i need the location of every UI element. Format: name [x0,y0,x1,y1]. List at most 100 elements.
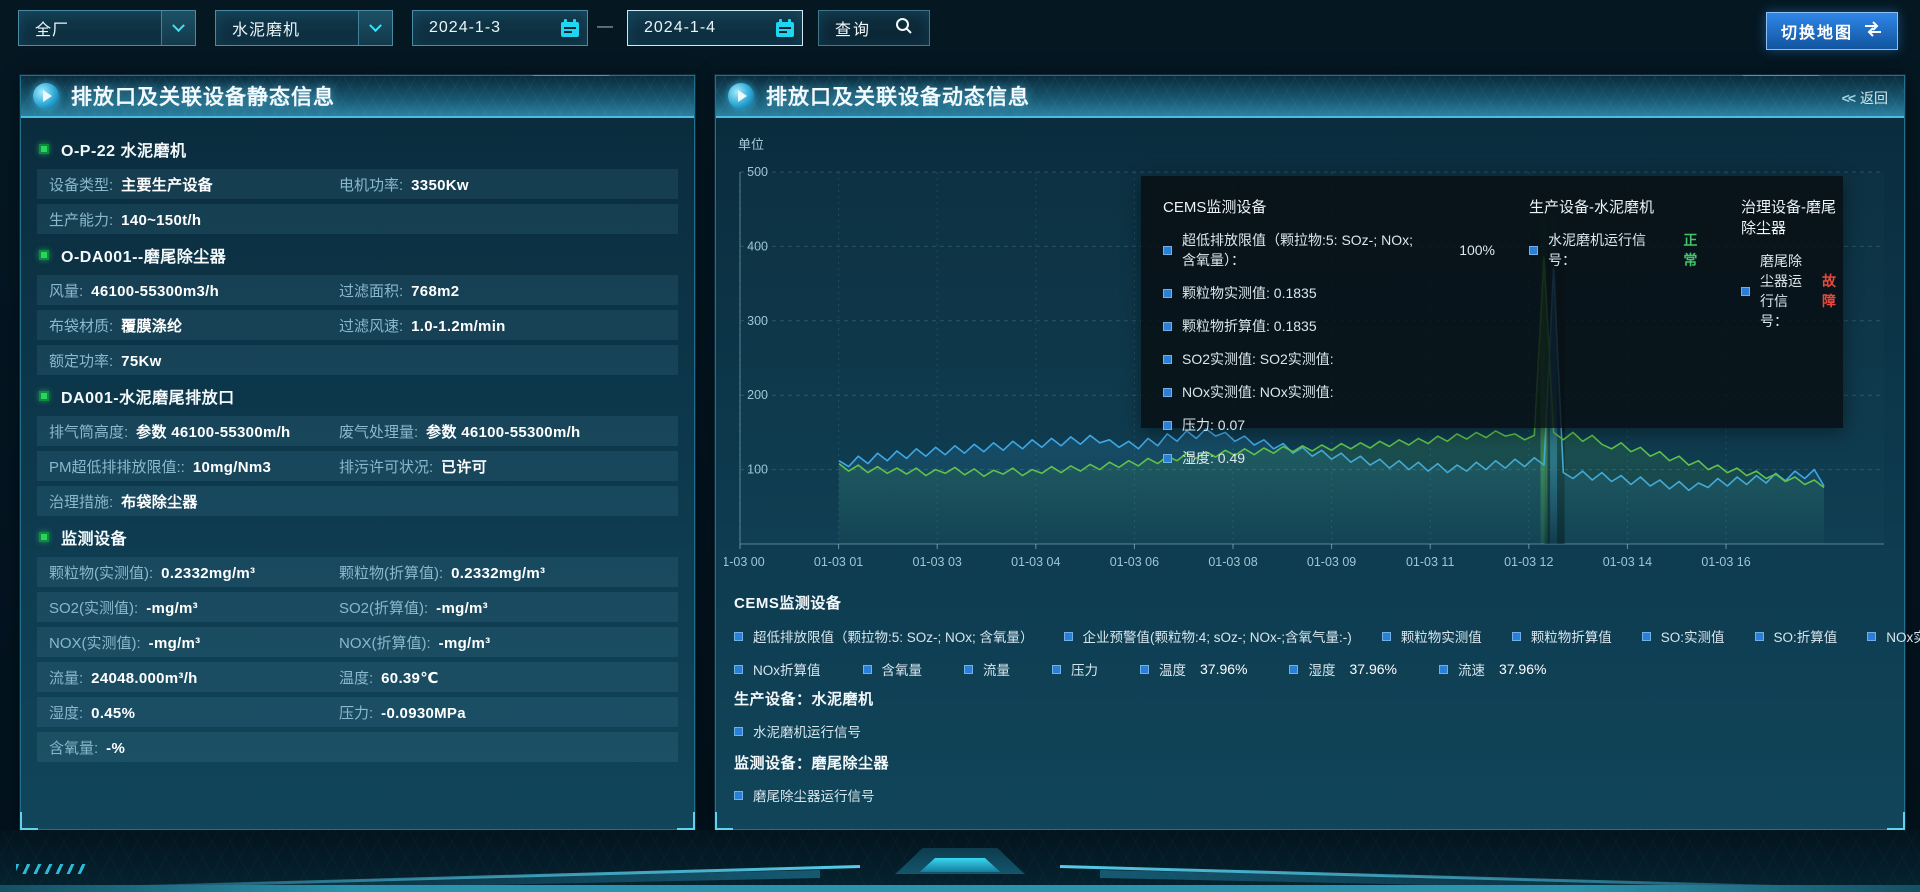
tooltip-treatment-column: 治理设备-磨尾除尘器 磨尾除尘器运行信号：故障 [1741,192,1836,412]
date-to-input[interactable]: 2024-1-4 [627,10,803,46]
legend-item[interactable]: 颗粒物实测值 [1382,626,1482,646]
field-value: 46100-55300m3/h [91,283,219,300]
green-square-icon [39,144,49,154]
tooltip-item: 水泥磨机运行信号：正常 [1529,230,1707,270]
svg-text:01-03 12: 01-03 12 [1504,555,1553,569]
legend-value: 37.96% [1499,661,1546,677]
static-panel-title: 排放口及关联设备静态信息 [71,81,335,111]
legend-marker-icon [1512,632,1521,641]
section-header: O-P-22 水泥磨机 [39,137,678,161]
info-row: 风量:46100-55300m3/h 过滤面积:768m2 [37,275,678,305]
plant-select-value: 全厂 [19,16,161,40]
legend-item[interactable]: 颗粒物折算值 [1512,626,1612,646]
field-value: 24048.000m³/h [91,670,197,687]
info-row: 流量:24048.000m³/h 温度:60.39℃ [37,662,678,692]
svg-text:01-03 04: 01-03 04 [1011,555,1060,569]
production-device-title: 生产设备：水泥磨机 [734,688,874,709]
legend-marker-icon [734,665,743,674]
field-label: 过滤面积: [339,280,403,301]
field-label: 布袋材质: [49,315,113,336]
legend-item[interactable]: NOx实测值 [1867,626,1920,646]
chevron-down-icon[interactable] [161,11,195,45]
legend-value: 37.96% [1200,661,1247,677]
calendar-icon[interactable] [768,11,802,45]
cems-legend-block: CEMS监测设备 超低排放限值（颗拉物:5: SOz-; NOx; 含氧量） 企… [734,592,1892,679]
field-value: 0.2332mg/m³ [451,565,545,582]
legend-item[interactable]: 流速37.96% [1439,659,1546,679]
date-from-input[interactable]: 2024-1-3 [412,10,588,46]
field-label: 排气筒高度: [49,421,128,442]
play-icon [728,83,754,109]
field-label: SO2(实测值): [49,597,138,618]
green-square-icon [39,532,49,542]
field-label: NOX(折算值): [339,632,431,653]
tooltip-production-column: 生产设备-水泥磨机 水泥磨机运行信号：正常 [1529,192,1707,412]
field-label: 设备类型: [49,174,113,195]
field-label: 电机功率: [339,174,403,195]
tooltip-cems-column: CEMS监测设备 超低排放限值（颗拉物:5: SOz-; NOx; 含氧量）：1… [1163,192,1495,412]
static-panel-body: O-P-22 水泥磨机 设备类型:主要生产设备 电机功率:3350Kw 生产能力… [21,118,694,777]
play-icon [33,83,59,109]
monitor-device-block: 监测设备：磨尾除尘器 磨尾除尘器运行信号 [734,752,889,805]
search-icon [895,17,913,40]
info-row: 生产能力:140~150t/h [37,204,678,234]
tooltip-title: 生产设备-水泥磨机 [1529,196,1707,217]
calendar-icon[interactable] [553,11,587,45]
legend-item[interactable]: 压力 [1052,659,1098,679]
svg-text:01-03 01: 01-03 01 [814,555,863,569]
field-label: 废气处理量: [339,421,418,442]
field-label: 流量: [49,667,83,688]
legend-item[interactable]: SO:实测值 [1642,626,1725,646]
svg-text:400: 400 [747,239,768,253]
legend-marker-icon [1642,632,1651,641]
legend-marker-icon [1140,665,1149,674]
series-marker-icon [1529,246,1538,255]
field-value: 参数 46100-55300m/h [136,421,290,442]
legend-item[interactable]: 流量 [964,659,1010,679]
field-label: 生产能力: [49,209,113,230]
field-label: 风量: [49,280,83,301]
plant-select[interactable]: 全厂 [18,10,196,46]
field-label: 温度: [339,667,373,688]
date-from-value: 2024-1-3 [413,19,553,37]
field-label: 过滤风速: [339,315,403,336]
series-marker-icon [1163,421,1172,430]
back-link[interactable]: << 返回 [1842,88,1888,108]
info-row: 布袋材质:覆膜涤纶 过滤风速:1.0-1.2m/min [37,310,678,340]
legend-marker-icon [1064,632,1073,641]
legend-item[interactable]: 水泥磨机运行信号 [734,721,874,741]
field-label: 湿度: [49,702,83,723]
field-value: -mg/m³ [439,635,491,652]
switch-map-button[interactable]: 切换地图 [1766,12,1898,50]
legend-item[interactable]: 湿度37.96% [1289,659,1396,679]
legend-item[interactable]: NOx折算值 [734,659,821,679]
info-row: 湿度:0.45% 压力:-0.0930MPa [37,697,678,727]
svg-text:01-03 11: 01-03 11 [1406,555,1454,569]
svg-text:01-03 03: 01-03 03 [913,555,962,569]
legend-item[interactable]: 磨尾除尘器运行信号 [734,785,889,805]
chevron-down-icon[interactable] [358,11,392,45]
field-value: 布袋除尘器 [121,491,198,512]
legend-marker-icon [863,665,872,674]
field-value: 参数 46100-55300m/h [426,421,580,442]
series-marker-icon [1163,454,1172,463]
tooltip-item: SO2实测值: SO2实测值: [1163,349,1495,369]
legend-item[interactable]: 含氧量 [863,659,923,679]
bottom-decoration [0,830,1920,892]
field-label: 额定功率: [49,350,113,371]
field-label: 治理措施: [49,491,113,512]
dynamic-panel-header: 排放口及关联设备动态信息 << 返回 [716,76,1904,118]
legend-item[interactable]: 企业预警值(颗粒物:4; sOz-; NOx-;含氧气量:-) [1064,626,1352,646]
legend-item[interactable]: 超低排放限值（颗拉物:5: SOz-; NOx; 含氧量） [734,626,1034,646]
field-value: -% [106,740,125,757]
device-select[interactable]: 水泥磨机 [215,10,393,46]
dashboard: 全厂 水泥磨机 2024-1-3 — 2024-1-4 查询 切换 [0,0,1920,892]
series-marker-icon [1163,246,1172,255]
switch-map-label: 切换地图 [1781,19,1853,43]
legend-item[interactable]: SO:折算值 [1755,626,1838,646]
field-label: 颗粒物(实测值): [49,562,153,583]
info-row: 排气筒高度: 参数 46100-55300m/h 废气处理量: 参数 46100-5… [37,416,678,446]
field-value: 覆膜涤纶 [121,315,182,336]
search-button[interactable]: 查询 [818,10,930,46]
legend-item[interactable]: 温度37.96% [1140,659,1247,679]
